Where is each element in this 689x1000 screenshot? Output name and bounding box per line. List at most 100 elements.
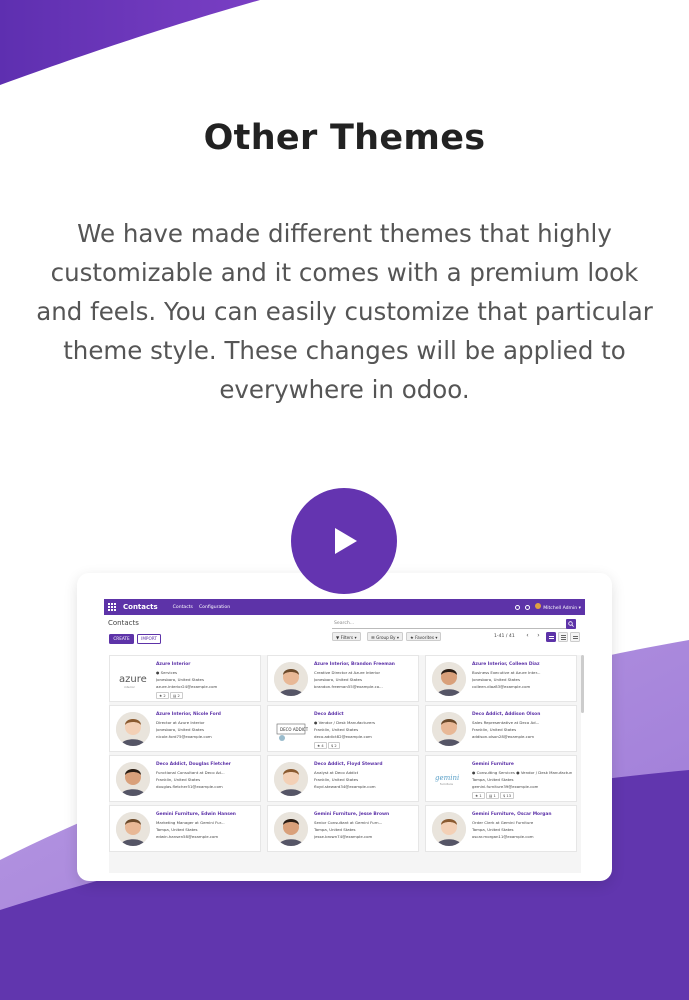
contact-detail: floyd.steward34@example.com <box>314 784 376 789</box>
contact-name[interactable]: Azure Interior, Colleen Diaz <box>472 662 540 667</box>
menu-configuration[interactable]: Configuration <box>199 605 230 610</box>
svg-text:DECO ADDICT: DECO ADDICT <box>280 727 308 732</box>
avatar <box>535 603 542 609</box>
contact-detail: Sales Representative at Deco Ad... <box>472 720 540 725</box>
kanban-grid: azure interior Azure Interior ● Services Jon… <box>109 655 581 873</box>
contact-detail: Tampa, United States <box>314 827 356 832</box>
kanban-card[interactable]: azure interior Azure Interior ● Services Jon… <box>109 655 261 702</box>
contact-detail: edwin.hansen58@example.com <box>156 834 219 839</box>
contact-name[interactable]: Gemini Furniture, Jesse Brown <box>314 812 389 817</box>
kanban-card[interactable]: DECO ADDICT Deco Addict ● Vendor / Desk Ma… <box>267 705 419 752</box>
contact-detail: nicole.ford75@example.com <box>156 734 212 739</box>
contact-detail: addison.olson28@example.com <box>472 734 534 739</box>
contact-name[interactable]: Deco Addict, Floyd Steward <box>314 762 382 767</box>
contact-detail: Jonesboro, United States <box>156 727 204 732</box>
contact-name[interactable]: Deco Addict <box>314 712 344 717</box>
kanban-card[interactable]: gemini furniture Gemini Furniture ● Consult… <box>425 755 577 802</box>
contact-avatar <box>116 762 150 796</box>
favorites-button[interactable]: ★ Favorites ▾ <box>406 632 442 641</box>
groupby-button[interactable]: ☰ Group By ▾ <box>367 632 403 641</box>
next-page-button[interactable]: › <box>534 632 543 641</box>
contact-detail: Senior Consultant at Gemini Furn... <box>314 820 383 825</box>
contact-name[interactable]: Deco Addict, Douglas Fletcher <box>156 762 231 767</box>
contact-detail: Creative Director at Azure Interior <box>314 670 381 675</box>
import-button[interactable]: IMPORT <box>137 634 161 644</box>
app-brand[interactable]: Contacts <box>123 603 158 611</box>
list-view-button[interactable] <box>558 632 568 642</box>
svg-text:interior: interior <box>124 685 136 689</box>
map-view-button[interactable] <box>570 632 580 642</box>
contact-name[interactable]: Azure Interior, Nicole Ford <box>156 712 221 717</box>
chat-icon[interactable] <box>525 604 531 610</box>
contact-avatar <box>432 812 466 846</box>
contact-detail: deco.addict82@example.com <box>314 734 372 739</box>
user-menu[interactable]: Mitchell Admin ▾ <box>535 603 581 611</box>
search-button[interactable] <box>566 619 576 629</box>
kanban-card[interactable]: Gemini Furniture, Oscar Morgan Order Cler… <box>425 805 577 852</box>
activity-badge[interactable]: ★ 2 <box>156 692 169 699</box>
activity-badge[interactable]: $ 2 <box>328 742 340 749</box>
prev-page-button[interactable]: ‹ <box>523 632 532 641</box>
activity-badge[interactable]: ★ 1 <box>472 792 485 799</box>
contact-avatar <box>432 712 466 746</box>
contact-detail: Jonesboro, United States <box>314 677 362 682</box>
kanban-card[interactable]: Deco Addict, Douglas Fletcher Functional … <box>109 755 261 802</box>
menu-contacts[interactable]: Contacts <box>173 605 193 610</box>
kanban-card[interactable]: Azure Interior, Nicole Ford Director at A… <box>109 705 261 752</box>
activity-badge[interactable]: $ 13 <box>500 792 515 799</box>
contact-avatar <box>274 812 308 846</box>
contact-detail: Jonesboro, United States <box>156 677 204 682</box>
kanban-card[interactable]: Gemini Furniture, Jesse Brown Senior Cons… <box>267 805 419 852</box>
contact-detail: oscar.morgan11@example.com <box>472 834 534 839</box>
filters-button[interactable]: ▼ Filters ▾ <box>332 632 361 641</box>
activity-badge[interactable]: ★ 4 <box>314 742 327 749</box>
svg-text:furniture: furniture <box>440 782 453 786</box>
search-icon <box>568 621 574 627</box>
apps-menu-icon[interactable] <box>108 602 117 612</box>
kanban-card[interactable]: Azure Interior, Colleen Diaz Business Exe… <box>425 655 577 702</box>
contact-detail: Functional Consultant at Deco Ad... <box>156 770 225 775</box>
contact-name[interactable]: Azure Interior, Brandon Freeman <box>314 662 395 667</box>
kanban-view-button[interactable] <box>546 632 556 642</box>
contact-name[interactable]: Gemini Furniture <box>472 762 514 767</box>
top-navbar: Contacts Contacts Configuration Mitchell… <box>104 599 585 615</box>
contact-name[interactable]: Gemini Furniture, Oscar Morgan <box>472 812 551 817</box>
contact-detail: ● Consulting Services ● Vendor / Desk Ma… <box>472 770 572 775</box>
contact-avatar <box>274 762 308 796</box>
kanban-card[interactable]: Deco Addict, Addison Olson Sales Represen… <box>425 705 577 752</box>
contact-avatar <box>432 662 466 696</box>
contact-detail: jesse.brown74@example.com <box>314 834 373 839</box>
description-text: We have made different themes that highl… <box>36 219 653 404</box>
play-button[interactable] <box>291 488 397 594</box>
contact-detail: douglas.fletcher51@example.com <box>156 784 223 789</box>
contact-detail: Franklin, United States <box>314 777 359 782</box>
contact-detail: Director at Azure Interior <box>156 720 205 725</box>
svg-text:azure: azure <box>119 674 147 685</box>
kanban-card[interactable]: Deco Addict, Floyd Steward Analyst at Dec… <box>267 755 419 802</box>
contact-detail: brandon.freeman55@example.co... <box>314 684 383 689</box>
control-panel: Contacts Search... CREATE IMPORT ▼ Filte… <box>104 615 585 653</box>
contact-avatar <box>116 712 150 746</box>
contact-detail: Franklin, United States <box>314 727 359 732</box>
contact-name[interactable]: Deco Addict, Addison Olson <box>472 712 540 717</box>
contact-detail: colleen.diaz83@example.com <box>472 684 531 689</box>
promo-page: Other Themes We have made different them… <box>0 0 689 1000</box>
activity-badge[interactable]: ▤ 2 <box>170 692 183 699</box>
scrollbar[interactable] <box>581 655 584 713</box>
search-input[interactable]: Search... <box>332 619 572 629</box>
contact-detail: Jonesboro, United States <box>472 677 520 682</box>
kanban-card[interactable]: Gemini Furniture, Edwin Hansen Marketing … <box>109 805 261 852</box>
contact-detail: ● Services <box>156 670 178 675</box>
company-logo: DECO ADDICT <box>274 712 308 746</box>
kanban-card[interactable]: Azure Interior, Brandon Freeman Creative … <box>267 655 419 702</box>
contact-name[interactable]: Gemini Furniture, Edwin Hansen <box>156 812 236 817</box>
contact-detail: Order Clerk at Gemini Furniture <box>472 820 534 825</box>
pager-value: 1-41 / 41 <box>494 634 515 639</box>
activity-icon[interactable] <box>515 604 521 610</box>
breadcrumb: Contacts <box>108 619 139 627</box>
contact-name[interactable]: Azure Interior <box>156 662 190 667</box>
play-icon <box>335 528 357 554</box>
activity-badge[interactable]: ▤ 1 <box>486 792 499 799</box>
contact-detail: Marketing Manager at Gemini Fur... <box>156 820 225 825</box>
create-button[interactable]: CREATE <box>109 634 134 644</box>
